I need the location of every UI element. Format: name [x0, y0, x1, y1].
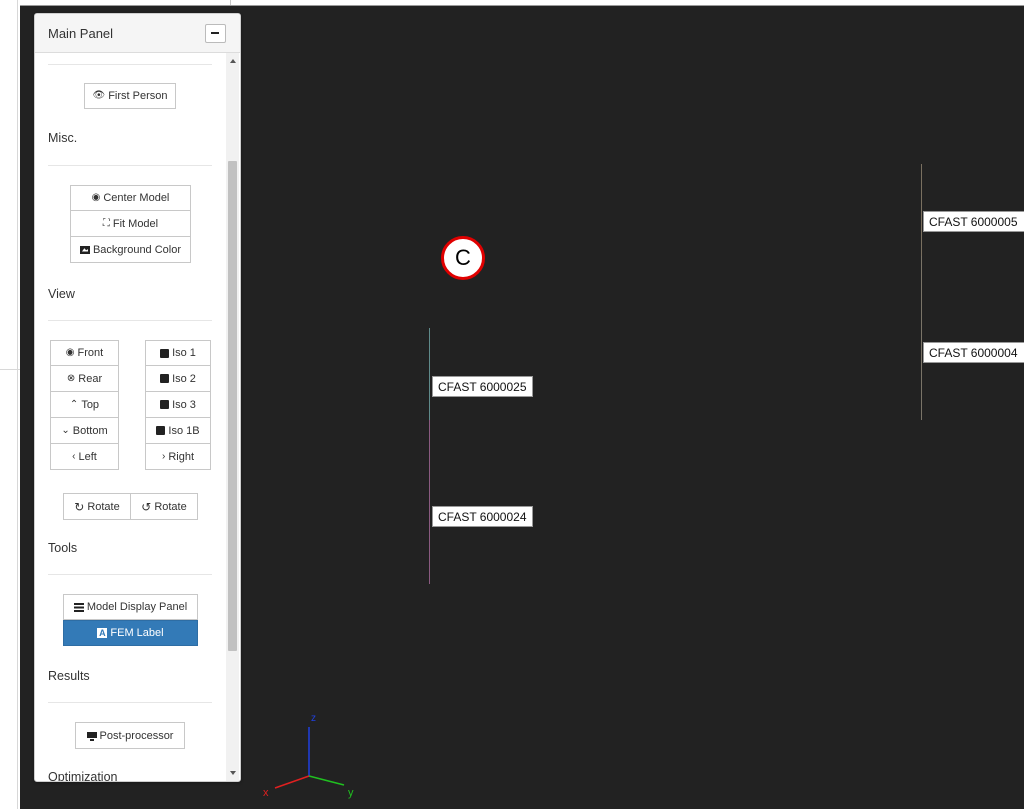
fem-label[interactable]: CFAST 6000024: [432, 506, 533, 527]
eye-icon: 👁: [92, 90, 106, 101]
scroll-thumb[interactable]: [228, 161, 237, 651]
y-axis-label: y: [348, 787, 354, 799]
chevron-up-icon: ⌃: [69, 398, 79, 410]
section-title-results: Results: [48, 669, 90, 683]
divider: [48, 574, 212, 575]
iso1-view-button[interactable]: Iso 1: [145, 340, 211, 366]
post-processor-button[interactable]: Post-processor: [75, 722, 185, 749]
panel-scrollbar[interactable]: [226, 53, 239, 781]
fit-model-button[interactable]: ⛶ Fit Model: [70, 211, 191, 237]
fem-label[interactable]: CFAST 6000025: [432, 376, 533, 397]
list-icon: [73, 602, 84, 612]
divider: [48, 702, 212, 703]
iso1b-view-button[interactable]: Iso 1B: [145, 418, 211, 444]
cube-icon: [160, 374, 170, 383]
fem-label-button[interactable]: A FEM Label: [63, 620, 198, 646]
cube-icon: [160, 400, 170, 409]
chevron-left-icon: ‹: [72, 450, 76, 462]
collapse-button[interactable]: [205, 24, 226, 43]
z-axis-label: z: [311, 713, 316, 724]
element-line-cfast-6000024[interactable]: [429, 420, 430, 584]
chevron-right-icon: ›: [161, 450, 166, 462]
front-view-button[interactable]: ◉ Front: [50, 340, 119, 366]
iso3-view-button[interactable]: Iso 3: [145, 392, 211, 418]
panel-title: Main Panel: [48, 26, 114, 41]
section-title-optimization: Optimization: [48, 770, 118, 781]
section-title-view: View: [48, 287, 75, 301]
image-icon: [79, 245, 90, 254]
annotation-marker: C: [441, 236, 485, 280]
element-line-cfast-6000005[interactable]: [921, 164, 922, 256]
divider: [0, 369, 20, 370]
section-title-tools: Tools: [48, 541, 78, 555]
rotate-right-icon: ↻: [74, 499, 85, 514]
rotate-counterclockwise-button[interactable]: ↺ Rotate: [130, 493, 198, 520]
element-line-cfast-6000004[interactable]: [921, 256, 922, 420]
fem-label[interactable]: CFAST 6000005: [923, 211, 1024, 232]
font-icon: A: [97, 628, 108, 638]
divider: [48, 320, 212, 321]
panel-header: Main Panel: [35, 14, 240, 53]
x-axis-label: x: [263, 787, 269, 799]
rear-view-button[interactable]: ⊗ Rear: [50, 366, 119, 392]
fem-label[interactable]: CFAST 6000004: [923, 342, 1024, 363]
iso2-view-button[interactable]: Iso 2: [145, 366, 211, 392]
x-axis-line: [274, 775, 310, 789]
first-person-button[interactable]: 👁 First Person: [84, 83, 176, 109]
rotate-left-icon: ↺: [141, 499, 152, 514]
model-display-panel-button[interactable]: Model Display Panel: [63, 594, 198, 620]
cube-icon: [156, 426, 166, 435]
bottom-view-button[interactable]: ⌄ Bottom: [50, 418, 119, 444]
panel-body: 👁 First Person Misc. ◉ Center Model ⛶ Fit M…: [35, 53, 226, 781]
chevron-down-icon: ⌄: [61, 424, 70, 436]
background-color-button[interactable]: Background Color: [70, 237, 191, 263]
scroll-down-icon[interactable]: [230, 771, 236, 775]
y-axis-line: [308, 775, 345, 786]
scroll-up-icon[interactable]: [230, 59, 236, 63]
divider: [17, 0, 18, 809]
monitor-icon: [86, 731, 97, 741]
center-model-button[interactable]: ◉ Center Model: [70, 185, 191, 211]
circle-x-icon: ⊗: [66, 372, 76, 384]
minus-icon: [211, 32, 219, 34]
divider: [48, 64, 212, 65]
rotate-clockwise-button[interactable]: ↻ Rotate: [63, 493, 131, 520]
right-view-button[interactable]: › Right: [145, 444, 211, 470]
target-icon: ◉: [91, 192, 101, 203]
left-view-button[interactable]: ‹ Left: [50, 444, 119, 470]
fullscreen-icon: ⛶: [102, 217, 110, 229]
section-title-misc: Misc.: [48, 131, 78, 145]
divider: [48, 165, 212, 166]
circle-dot-icon: ◉: [65, 347, 75, 358]
top-view-button[interactable]: ⌃ Top: [50, 392, 119, 418]
cube-icon: [160, 348, 170, 358]
main-panel: Main Panel 👁 First Person Misc. ◉ Center M…: [34, 13, 241, 782]
axis-triad: z x y: [263, 713, 354, 799]
element-line-cfast-6000025[interactable]: [429, 328, 430, 420]
